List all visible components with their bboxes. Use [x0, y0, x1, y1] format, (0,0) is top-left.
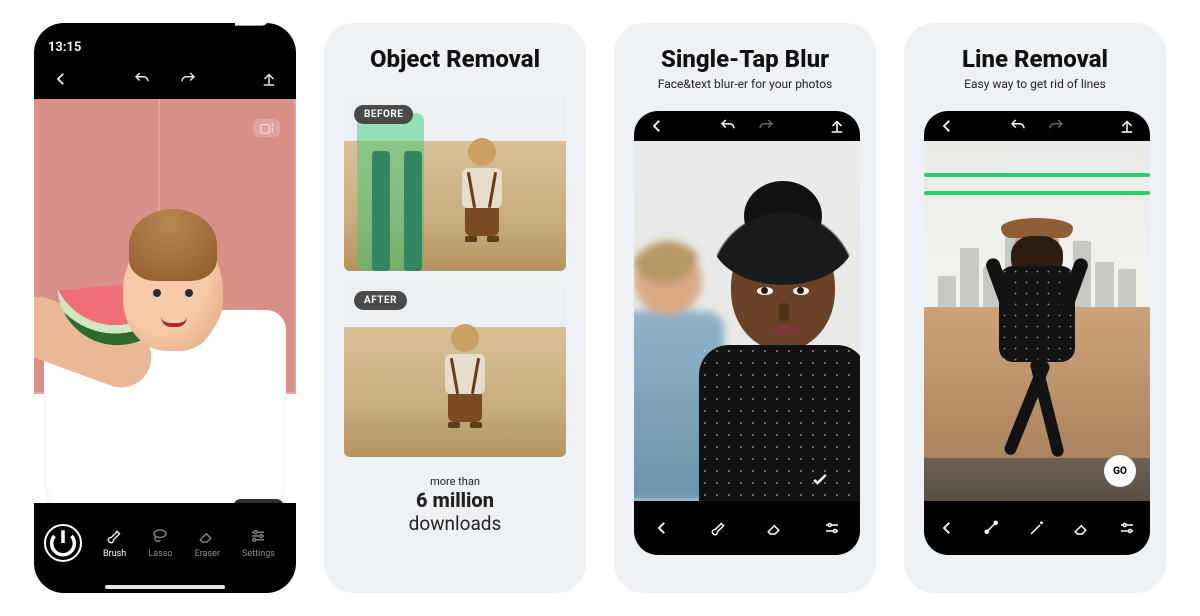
editor-bottom-toolbar: Brush Lasso Eraser Settings [34, 503, 296, 593]
promo-subtitle: Face&text blur-er for your photos [658, 77, 832, 91]
eraser-icon[interactable] [766, 519, 784, 537]
home-indicator [105, 585, 225, 589]
mini-bottom-toolbar [924, 501, 1150, 555]
before-badge: BEFORE [354, 105, 413, 124]
compare-icon[interactable]: ▢⁞ [253, 119, 280, 137]
promo-title: Line Removal [962, 45, 1108, 73]
undo-icon[interactable] [719, 117, 737, 135]
tool-label: Settings [242, 549, 275, 559]
lasso-icon [151, 527, 169, 545]
screenshot-3: Single-Tap Blur Face&text blur-er for yo… [614, 23, 876, 593]
mini-bottom-toolbar [634, 501, 860, 555]
eraser-icon[interactable] [1073, 519, 1091, 537]
tool-eraser[interactable]: Eraser [195, 527, 220, 559]
screenshot-1: 13:15 ▮▮▮▮ ▢⁞ AUTO Brush [34, 23, 296, 593]
mini-top-toolbar [924, 111, 1150, 141]
tool-label: Eraser [195, 549, 220, 559]
tool-lasso[interactable]: Lasso [148, 527, 172, 559]
sliders-icon[interactable] [1118, 519, 1136, 537]
tool-settings[interactable]: Settings [242, 527, 275, 559]
redo-icon[interactable] [757, 117, 775, 135]
line-highlight [924, 173, 1150, 177]
check-icon [810, 469, 830, 489]
back-icon[interactable] [648, 117, 666, 135]
lines-canvas[interactable]: GO [924, 141, 1150, 501]
eraser-icon [198, 527, 216, 545]
export-icon[interactable] [828, 117, 846, 135]
before-image: BEFORE [344, 95, 566, 271]
screenshot-4: Line Removal Easy way to get rid of line… [904, 23, 1166, 593]
export-icon[interactable] [1118, 117, 1136, 135]
tool-label: Brush [103, 549, 126, 559]
after-image: AFTER [344, 281, 566, 457]
sliders-icon [249, 527, 267, 545]
screenshot-2: Object Removal BEFORE AFTER more than 6 … [324, 23, 586, 593]
device-frame: GO [924, 111, 1150, 555]
brush-icon[interactable] [710, 519, 728, 537]
downloads-caption: more than 6 million downloads [409, 475, 502, 535]
promo-subtitle: Easy way to get rid of lines [964, 77, 1106, 91]
status-time: 13:15 [48, 40, 81, 55]
export-icon[interactable] [260, 70, 278, 88]
sliders-icon[interactable] [823, 519, 841, 537]
redo-icon[interactable] [1047, 117, 1065, 135]
power-icon[interactable] [44, 524, 82, 562]
back-icon[interactable] [52, 70, 70, 88]
go-button[interactable]: GO [1104, 455, 1136, 487]
undo-icon[interactable] [1009, 117, 1027, 135]
photo-canvas[interactable]: ▢⁞ AUTO [34, 99, 296, 539]
device-frame [634, 111, 860, 555]
undo-icon[interactable] [133, 70, 151, 88]
tool-brush[interactable]: Brush [103, 527, 126, 559]
wand-icon[interactable] [1028, 519, 1046, 537]
back-icon[interactable] [938, 519, 956, 537]
tool-label: Lasso [148, 549, 172, 559]
editor-top-toolbar [34, 59, 296, 99]
phone-notch [95, 23, 235, 51]
mini-top-toolbar [634, 111, 860, 141]
blur-canvas[interactable] [634, 141, 860, 501]
line-tool-icon[interactable] [983, 519, 1001, 537]
line-highlight [924, 191, 1150, 195]
back-icon[interactable] [938, 117, 956, 135]
brush-icon [106, 527, 124, 545]
redo-icon[interactable] [179, 70, 197, 88]
promo-title: Single-Tap Blur [661, 45, 829, 73]
promo-title: Object Removal [370, 45, 540, 73]
back-icon[interactable] [653, 519, 671, 537]
after-badge: AFTER [354, 291, 407, 310]
